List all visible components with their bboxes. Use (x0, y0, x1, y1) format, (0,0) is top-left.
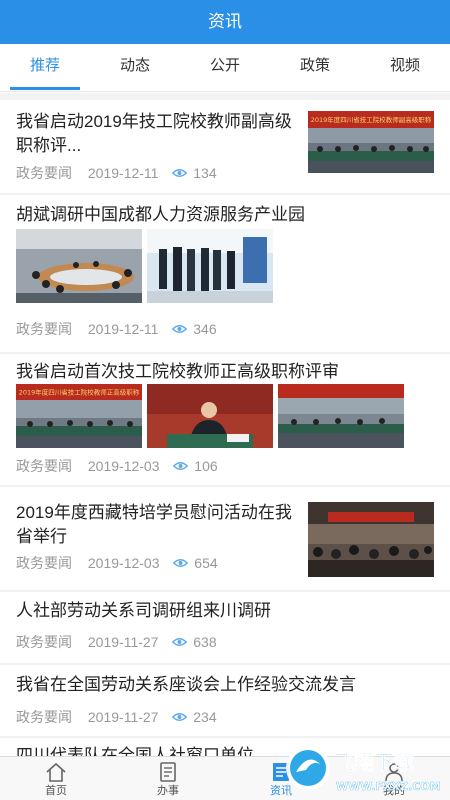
news-meta: 政务要闻 2019-11-27 234 (16, 707, 217, 727)
news-item[interactable]: 胡斌调研中国成都人力资源服务产业园 政务要闻 2019-12-11 346 (0, 195, 450, 352)
tab-news[interactable]: 动态 (90, 44, 180, 90)
news-thumbnail (16, 229, 142, 303)
watermark: 飞翔下载 WWW.FXXZ.COM (282, 742, 448, 798)
tab-indicator (10, 87, 80, 90)
document-icon (160, 762, 176, 782)
news-thumbnail (147, 229, 273, 303)
news-source: 政务要闻 (16, 709, 72, 725)
news-meta: 政务要闻 2019-12-03 654 (16, 553, 218, 573)
banner-text: 2019年度四川省技工院校教师正高级职称 (19, 388, 140, 397)
tab-home[interactable]: 首页 (0, 757, 112, 800)
view-count: 106 (194, 458, 218, 474)
tab-services[interactable]: 办事 (112, 757, 224, 800)
news-date: 2019-11-27 (87, 634, 159, 650)
eye-icon (172, 325, 188, 333)
news-item[interactable]: 我省启动2019年技工院校教师副高级职称评... 政务要闻 2019-12-11… (0, 100, 450, 193)
news-title: 胡斌调研中国成都人力资源服务产业园 (16, 205, 305, 224)
news-item[interactable]: 我省在全国劳动关系座谈会上作经验交流发言 政务要闻 2019-11-27 234 (0, 665, 450, 736)
news-title: 人社部劳动关系司调研组来川调研 (16, 601, 271, 620)
news-title: 我省在全国劳动关系座谈会上作经验交流发言 (16, 675, 356, 694)
news-source: 政务要闻 (16, 555, 72, 571)
view-count: 638 (193, 634, 217, 650)
news-date: 2019-12-11 (87, 321, 159, 337)
news-meta: 政务要闻 2019-12-03 106 (16, 456, 218, 476)
eye-icon (172, 638, 188, 646)
tab-video[interactable]: 视频 (360, 44, 450, 90)
watermark-brand: 飞翔下载 (334, 750, 414, 774)
view-count: 346 (193, 321, 217, 337)
news-title: 我省启动首次技工院校教师正高级职称评审 (16, 362, 339, 381)
news-title: 2019年度西藏特培学员慰问活动在我省举行 (16, 503, 292, 546)
banner-text: 2019年度四川省技工院校教师副高级职称 (311, 115, 432, 124)
watermark-url: WWW.FXXZ.COM (336, 780, 441, 793)
news-date: 2019-12-03 (87, 555, 160, 571)
tab-home-label: 首页 (45, 785, 67, 797)
news-thumbnail (308, 502, 434, 577)
news-meta: 政务要闻 2019-12-11 346 (16, 319, 217, 339)
eye-icon (173, 462, 189, 470)
view-count: 234 (193, 709, 217, 725)
tab-policy[interactable]: 政策 (270, 44, 360, 90)
news-source: 政务要闻 (16, 165, 72, 181)
news-date: 2019-12-03 (87, 458, 160, 474)
tab-recommend[interactable]: 推荐 (0, 44, 90, 90)
news-date: 2019-12-11 (87, 165, 159, 181)
news-date: 2019-11-27 (87, 709, 159, 725)
news-thumbnail (278, 384, 404, 448)
news-item[interactable]: 2019年度西藏特培学员慰问活动在我省举行 政务要闻 2019-12-03 65… (0, 487, 450, 590)
eye-icon (172, 713, 188, 721)
news-thumbnail: 2019年度四川省技工院校教师副高级职称 (308, 111, 434, 173)
home-icon (46, 762, 66, 782)
page-title: 资讯 (208, 12, 242, 31)
eye-icon (172, 169, 188, 177)
view-count: 134 (193, 165, 217, 181)
app-header: 资讯 (0, 0, 450, 44)
news-thumbnail: 2019年度四川省技工院校教师正高级职称 (16, 384, 142, 448)
news-meta: 政务要闻 2019-11-27 638 (16, 632, 217, 652)
news-thumbnail (147, 384, 273, 448)
news-item[interactable]: 人社部劳动关系司调研组来川调研 政务要闻 2019-11-27 638 (0, 592, 450, 663)
tab-services-label: 办事 (157, 785, 179, 797)
view-count: 654 (194, 555, 218, 571)
tab-public[interactable]: 公开 (180, 44, 270, 90)
eye-icon (173, 559, 189, 567)
category-tabs: 推荐 动态 公开 政策 视频 (0, 44, 450, 92)
news-source: 政务要闻 (16, 458, 72, 474)
news-item[interactable]: 我省启动首次技工院校教师正高级职称评审 2019年度四川省技工院校教师正高级职称 (0, 354, 450, 485)
news-title: 我省启动2019年技工院校教师副高级职称评... (16, 112, 292, 155)
news-source: 政务要闻 (16, 634, 72, 650)
news-feed[interactable]: 我省启动2019年技工院校教师副高级职称评... 政务要闻 2019-12-11… (0, 93, 450, 756)
news-source: 政务要闻 (16, 321, 72, 337)
watermark-logo: 飞翔下载 WWW.FXXZ.COM (286, 746, 441, 793)
news-meta: 政务要闻 2019-12-11 134 (16, 163, 217, 183)
